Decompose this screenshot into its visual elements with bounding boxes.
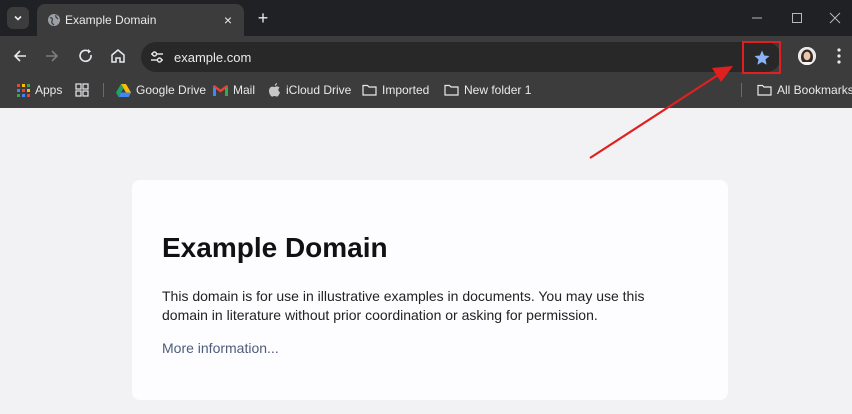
bookmark-label: Apps	[35, 83, 63, 97]
bookmark-mail[interactable]: Mail	[213, 82, 255, 98]
tab-title: Example Domain	[65, 13, 157, 27]
bookmark-icloud[interactable]: iCloud Drive	[269, 82, 351, 98]
content-card: Example Domain This domain is for use in…	[132, 180, 728, 400]
more-information-link[interactable]: More information...	[162, 340, 279, 356]
bookmark-label: Mail	[233, 83, 256, 97]
bookmarks-bar: Apps Google Drive Mail iCloud Drive Impo…	[0, 76, 852, 104]
folder-icon	[757, 84, 772, 96]
forward-icon[interactable]	[42, 46, 62, 66]
star-icon[interactable]	[753, 49, 771, 67]
tune-icon[interactable]	[150, 50, 164, 64]
bookmark-imported[interactable]: Imported	[362, 82, 429, 98]
url-text: example.com	[174, 50, 252, 65]
plus-icon[interactable]: +	[253, 8, 273, 28]
divider	[103, 83, 104, 97]
bookmark-all-bookmarks[interactable]: All Bookmarks	[757, 82, 852, 98]
tab-search-button[interactable]	[7, 7, 29, 29]
bookmark-apps[interactable]: Apps	[17, 82, 62, 98]
close-icon[interactable]: ×	[220, 12, 236, 28]
minimize-icon[interactable]	[748, 9, 766, 27]
browser-chrome: Example Domain × + example.com Apps Goog…	[0, 0, 852, 108]
folder-icon	[444, 84, 459, 96]
tab-strip: Example Domain × +	[0, 0, 852, 36]
gmail-icon	[213, 84, 228, 96]
google-drive-icon	[116, 83, 131, 97]
tab-example-domain[interactable]: Example Domain ×	[37, 4, 244, 36]
tab-groups-button[interactable]	[75, 82, 89, 98]
bookmark-new-folder-1[interactable]: New folder 1	[444, 82, 531, 98]
home-icon[interactable]	[108, 46, 128, 66]
globe-icon	[48, 14, 60, 26]
bookmark-label: New folder 1	[464, 83, 532, 97]
maximize-icon[interactable]	[788, 9, 806, 27]
bookmark-label: iCloud Drive	[286, 83, 352, 97]
apps-grid-icon	[17, 83, 30, 97]
bookmark-label: Google Drive	[136, 83, 207, 97]
bookmark-label: All Bookmarks	[777, 83, 852, 97]
bookmark-google-drive[interactable]: Google Drive	[116, 82, 206, 98]
address-bar[interactable]: example.com	[141, 42, 781, 72]
page-title: Example Domain	[162, 232, 388, 263]
more-vert-icon[interactable]	[834, 46, 844, 66]
profile-photo	[798, 47, 816, 65]
back-icon[interactable]	[10, 46, 30, 66]
page-description: This domain is for use in illustrative e…	[162, 288, 645, 323]
apple-icon	[269, 83, 280, 97]
toolbar: example.com	[0, 36, 852, 76]
folder-icon	[362, 84, 377, 96]
bookmark-label: Imported	[382, 83, 430, 97]
chevron-down-icon	[14, 15, 22, 21]
bookmark-star-highlight	[742, 41, 781, 74]
reload-icon[interactable]	[76, 46, 96, 66]
tab-groups-icon	[75, 83, 89, 97]
avatar[interactable]	[798, 47, 816, 65]
divider	[741, 83, 742, 97]
window-close-icon[interactable]	[826, 9, 844, 27]
